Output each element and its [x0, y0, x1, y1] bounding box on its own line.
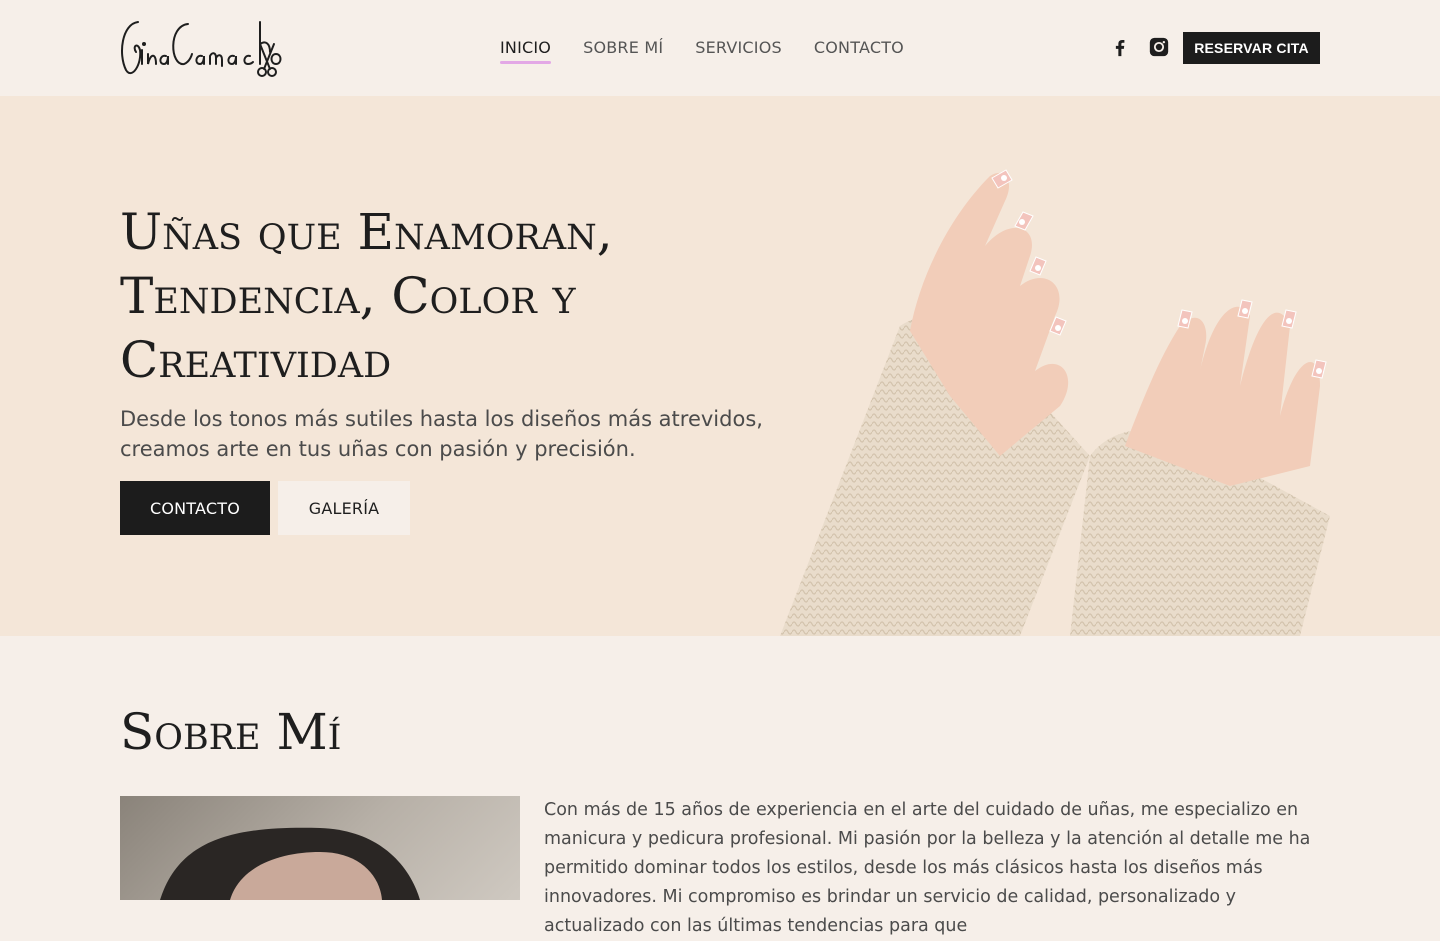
- brand-logo[interactable]: [118, 14, 288, 82]
- hero-section: Uñas que Enamoran, Tendencia, Color y Cr…: [0, 96, 1440, 636]
- nav-item-inicio[interactable]: INICIO: [500, 38, 552, 64]
- logo-mark: [121, 21, 282, 77]
- instagram-icon[interactable]: [1148, 36, 1170, 58]
- about-text: Con más de 15 años de experiencia en el …: [544, 800, 1311, 936]
- nav-item-servicios[interactable]: SERVICIOS: [695, 38, 782, 58]
- hero-subtitle: Desde los tonos más sutiles hasta los di…: [120, 407, 763, 461]
- about-photo: [120, 796, 520, 900]
- facebook-icon[interactable]: [1109, 36, 1131, 58]
- about-title: Sobre Mí: [120, 703, 342, 761]
- site-header: INICIO SOBRE MÍ SERVICIOS CONTACTO RESER…: [0, 0, 1440, 96]
- reservar-cita-button[interactable]: RESERVAR CITA: [1183, 32, 1320, 64]
- nav-item-contacto[interactable]: CONTACTO: [814, 38, 904, 58]
- main-nav: INICIO SOBRE MÍ SERVICIOS CONTACTO: [500, 38, 904, 64]
- nav-item-sobre-mi[interactable]: SOBRE MÍ: [583, 38, 663, 58]
- galeria-button[interactable]: GALERÍA: [278, 481, 410, 535]
- contacto-button[interactable]: CONTACTO: [120, 481, 270, 535]
- hero-hands-image: [780, 169, 1330, 636]
- hero-title: Uñas que Enamoran, Tendencia, Color y Cr…: [120, 203, 613, 389]
